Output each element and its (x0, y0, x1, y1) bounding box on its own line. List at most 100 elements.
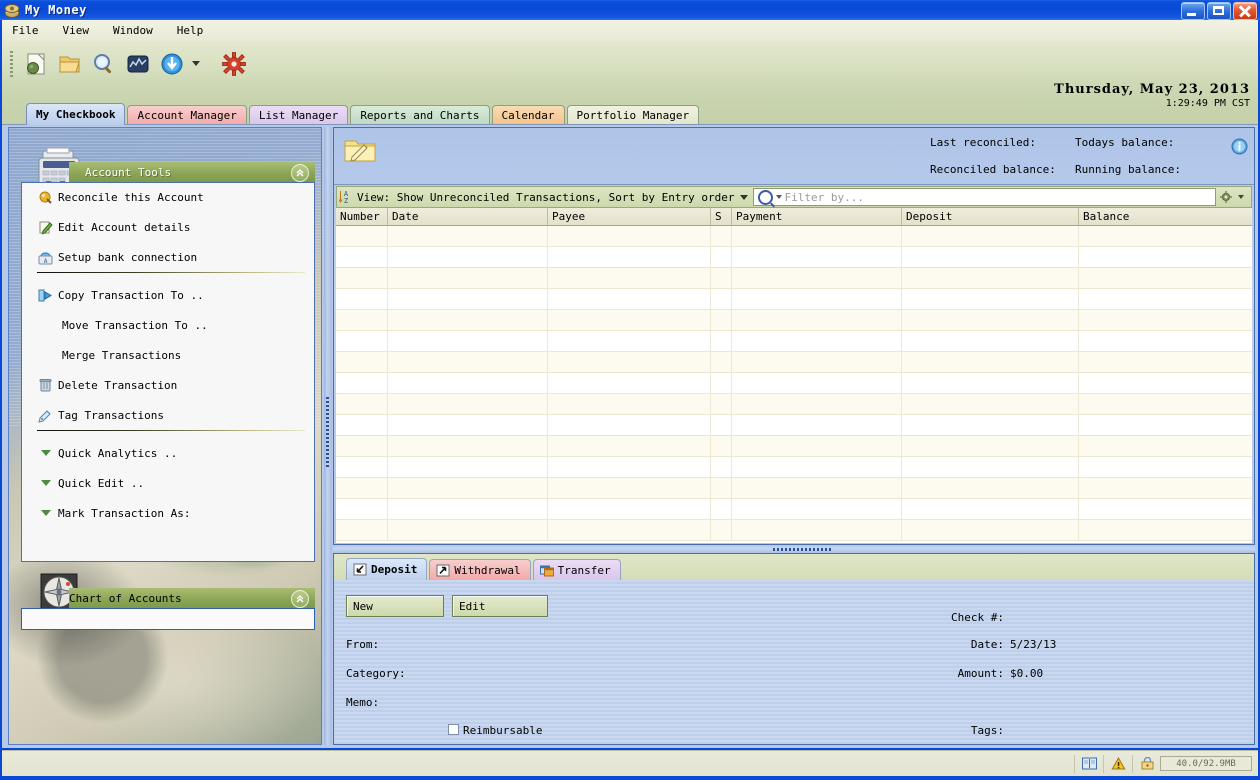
toolbar-dropdown-chevron-down-icon[interactable] (192, 61, 200, 66)
table-cell-payee[interactable] (548, 520, 711, 540)
edit-button[interactable]: Edit (452, 595, 548, 617)
table-cell-balance[interactable] (1079, 310, 1252, 330)
table-cell-payee[interactable] (548, 436, 711, 456)
table-row[interactable] (336, 352, 1252, 373)
chart-graph-icon[interactable] (124, 50, 152, 78)
table-cell-balance[interactable] (1079, 499, 1252, 519)
table-row[interactable] (336, 394, 1252, 415)
filter-chevron-down-icon[interactable] (775, 195, 782, 199)
transaction-grid[interactable] (336, 226, 1252, 543)
tab-calendar[interactable]: Calendar (491, 105, 565, 125)
table-cell-payment[interactable] (732, 478, 902, 498)
table-cell-balance[interactable] (1079, 457, 1252, 477)
download-arrow-icon[interactable] (158, 50, 186, 78)
new-button[interactable]: New (346, 595, 444, 617)
table-cell-balance[interactable] (1079, 478, 1252, 498)
collapse-chevron-icon[interactable] (291, 164, 309, 182)
column-header-s[interactable]: S (711, 208, 732, 225)
vertical-splitter[interactable] (324, 127, 332, 745)
sidebar-item-quick-edit[interactable]: Quick Edit .. (21, 468, 315, 498)
table-cell-number[interactable] (336, 415, 388, 435)
table-cell-payee[interactable] (548, 478, 711, 498)
horizontal-splitter[interactable] (333, 545, 1255, 553)
sidebar-item-merge-transactions[interactable]: Merge Transactions (21, 340, 315, 370)
table-cell-date[interactable] (388, 457, 548, 477)
table-cell-date[interactable] (388, 415, 548, 435)
table-cell-s[interactable] (711, 373, 732, 393)
table-row[interactable] (336, 457, 1252, 478)
table-cell-deposit[interactable] (902, 352, 1079, 372)
date-value[interactable]: 5/23/13 (1010, 638, 1056, 651)
table-cell-payment[interactable] (732, 436, 902, 456)
table-cell-date[interactable] (388, 268, 548, 288)
table-cell-date[interactable] (388, 331, 548, 351)
table-cell-payment[interactable] (732, 352, 902, 372)
sidebar-item-setup-bank-connection[interactable]: A Setup bank connection (21, 242, 315, 272)
table-cell-deposit[interactable] (902, 331, 1079, 351)
column-header-payee[interactable]: Payee (548, 208, 711, 225)
table-cell-s[interactable] (711, 247, 732, 267)
table-cell-payee[interactable] (548, 394, 711, 414)
tab-deposit[interactable]: Deposit (346, 558, 428, 580)
warning-icon[interactable] (1109, 756, 1127, 772)
gear-chevron-down-icon[interactable] (1238, 195, 1244, 199)
tab-my-checkbook[interactable]: My Checkbook (26, 103, 126, 125)
sidebar-item-tag-transactions[interactable]: Tag Transactions (21, 400, 315, 430)
amount-value[interactable]: $0.00 (1010, 667, 1043, 680)
table-cell-s[interactable] (711, 289, 732, 309)
table-cell-payee[interactable] (548, 268, 711, 288)
collapse-chevron-icon[interactable] (291, 590, 309, 608)
table-cell-date[interactable] (388, 352, 548, 372)
book-icon[interactable] (1080, 756, 1098, 772)
table-cell-payment[interactable] (732, 499, 902, 519)
table-cell-deposit[interactable] (902, 415, 1079, 435)
menu-item-file[interactable]: File (12, 24, 39, 37)
table-cell-date[interactable] (388, 310, 548, 330)
table-row[interactable] (336, 499, 1252, 520)
table-cell-payment[interactable] (732, 226, 902, 246)
table-cell-number[interactable] (336, 289, 388, 309)
menu-item-window[interactable]: Window (113, 24, 153, 37)
search-magnifier-icon[interactable] (90, 50, 118, 78)
table-row[interactable] (336, 289, 1252, 310)
table-cell-deposit[interactable] (902, 226, 1079, 246)
column-header-number[interactable]: Number (336, 208, 388, 225)
table-cell-s[interactable] (711, 499, 732, 519)
table-cell-deposit[interactable] (902, 289, 1079, 309)
table-cell-s[interactable] (711, 520, 732, 540)
lock-icon[interactable] (1138, 756, 1156, 772)
tab-list-manager[interactable]: List Manager (248, 105, 349, 125)
table-cell-payee[interactable] (548, 352, 711, 372)
table-cell-date[interactable] (388, 478, 548, 498)
chart-of-accounts-panel-header[interactable]: Chart of Accounts (69, 588, 315, 608)
table-cell-number[interactable] (336, 226, 388, 246)
sidebar-item-delete-transaction[interactable]: Delete Transaction (21, 370, 315, 400)
table-cell-payee[interactable] (548, 373, 711, 393)
memory-indicator[interactable]: 40.0/92.9MB (1160, 756, 1252, 771)
account-tools-panel-header[interactable]: Account Tools (69, 162, 315, 182)
table-cell-s[interactable] (711, 457, 732, 477)
table-row[interactable] (336, 520, 1252, 541)
table-cell-number[interactable] (336, 436, 388, 456)
table-cell-date[interactable] (388, 373, 548, 393)
table-cell-balance[interactable] (1079, 415, 1252, 435)
account-register-icon[interactable] (22, 50, 50, 78)
table-cell-date[interactable] (388, 289, 548, 309)
table-cell-s[interactable] (711, 310, 732, 330)
table-cell-deposit[interactable] (902, 373, 1079, 393)
table-cell-payment[interactable] (732, 268, 902, 288)
table-cell-deposit[interactable] (902, 520, 1079, 540)
table-cell-deposit[interactable] (902, 436, 1079, 456)
info-icon[interactable] (1231, 138, 1248, 155)
table-row[interactable] (336, 226, 1252, 247)
maximize-button[interactable] (1207, 2, 1231, 20)
column-header-payment[interactable]: Payment (732, 208, 902, 225)
table-cell-deposit[interactable] (902, 310, 1079, 330)
table-cell-s[interactable] (711, 394, 732, 414)
sidebar-item-quick-analytics[interactable]: Quick Analytics .. (21, 438, 315, 468)
sidebar-item-copy-transaction-to[interactable]: Copy Transaction To .. (21, 280, 315, 310)
table-cell-number[interactable] (336, 352, 388, 372)
table-cell-date[interactable] (388, 499, 548, 519)
table-cell-payee[interactable] (548, 331, 711, 351)
sidebar-item-move-transaction-to[interactable]: Move Transaction To .. (21, 310, 315, 340)
